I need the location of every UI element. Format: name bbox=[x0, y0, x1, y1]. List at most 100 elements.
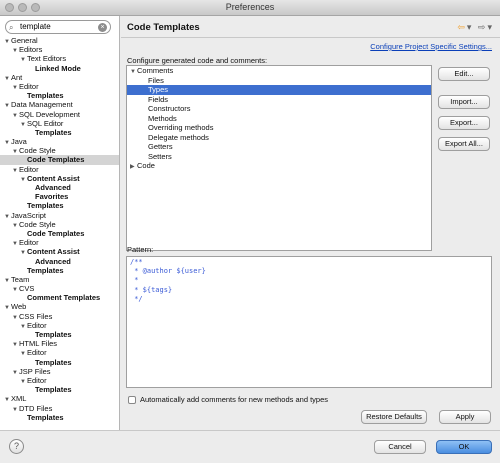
tree-item[interactable]: ▼CVS bbox=[0, 284, 119, 293]
tree-item[interactable]: Templates bbox=[0, 412, 119, 422]
export-all-button[interactable]: Export All... bbox=[438, 137, 490, 151]
tree-item[interactable]: Advanced bbox=[0, 183, 119, 192]
export-button[interactable]: Export... bbox=[438, 116, 490, 130]
template-item-label: Comments bbox=[137, 66, 174, 75]
ok-button[interactable]: OK bbox=[436, 440, 492, 454]
tree-item[interactable]: ▼XML bbox=[0, 394, 119, 403]
tree-item-label: Favorites bbox=[35, 192, 69, 202]
template-item[interactable]: Methods bbox=[127, 114, 431, 124]
pattern-editor[interactable]: /** * @author ${user} * * ${tags} */ bbox=[126, 256, 492, 388]
back-arrow-icon[interactable]: ⇦ bbox=[457, 22, 467, 32]
tree-item-label: HTML Files bbox=[19, 339, 58, 349]
clear-filter-icon[interactable]: × bbox=[98, 23, 107, 32]
pattern-line: /** bbox=[130, 258, 143, 266]
tree-item[interactable]: ▼DTD Files bbox=[0, 404, 119, 413]
tree-item[interactable]: ▼Editors bbox=[0, 45, 119, 54]
tree-item[interactable]: Linked Mode bbox=[0, 64, 119, 73]
tree-item[interactable]: ▼CSS Files bbox=[0, 312, 119, 321]
tree-item[interactable]: ▼General bbox=[0, 36, 119, 45]
tree-item-label: Code Templates bbox=[27, 228, 85, 238]
tree-item[interactable]: Templates bbox=[0, 385, 119, 394]
tree-item[interactable]: Code Templates bbox=[0, 155, 119, 165]
template-item-label: Code bbox=[137, 161, 155, 170]
tree-item[interactable]: ▼Editor bbox=[0, 321, 119, 330]
tree-item[interactable]: ▼Content Assist bbox=[0, 173, 119, 183]
tree-item[interactable]: ▼HTML Files bbox=[0, 339, 119, 349]
template-item[interactable]: Constructors bbox=[127, 104, 431, 114]
template-item-label: Overriding methods bbox=[148, 123, 214, 132]
help-icon[interactable]: ? bbox=[9, 439, 24, 454]
pattern-line: * bbox=[130, 276, 139, 285]
tree-item[interactable]: ▼Editor bbox=[0, 348, 119, 358]
template-item[interactable]: Overriding methods bbox=[127, 123, 431, 133]
tree-item[interactable]: Templates bbox=[0, 91, 119, 100]
restore-defaults-button[interactable]: Restore Defaults bbox=[361, 410, 427, 424]
pattern-label: Pattern: bbox=[127, 245, 154, 254]
filter-input-value: template bbox=[20, 22, 51, 31]
template-item[interactable]: Fields bbox=[127, 95, 431, 105]
tree-item-label: Advanced bbox=[35, 183, 71, 192]
template-item[interactable]: Files bbox=[127, 76, 431, 86]
pattern-line: * ${tags} bbox=[130, 285, 173, 294]
tree-item[interactable]: Templates bbox=[0, 266, 119, 275]
tree-item[interactable]: Advanced bbox=[0, 256, 119, 266]
tree-item[interactable]: ▼Team bbox=[0, 274, 119, 284]
configure-label: Configure generated code and comments: bbox=[127, 56, 268, 65]
edit-button[interactable]: Edit... bbox=[438, 67, 490, 81]
filter-input[interactable]: ⌕ template × bbox=[5, 20, 111, 34]
tree-item[interactable]: ▼JavaScript bbox=[0, 210, 119, 220]
apply-button[interactable]: Apply bbox=[439, 410, 491, 424]
tree-item-label: Code Style bbox=[19, 219, 56, 229]
tree-item[interactable]: ▼JSP Files bbox=[0, 367, 119, 376]
tree-item[interactable]: ▼Text Editors bbox=[0, 54, 119, 63]
tree-item-label: JavaScript bbox=[11, 210, 47, 220]
tree-item[interactable]: ▼Code Style bbox=[0, 146, 119, 155]
content-pane: Code Templates ⇦▾ ⇨▾ Configure Project S… bbox=[121, 16, 500, 430]
template-item[interactable]: ▼Comments bbox=[127, 66, 431, 76]
tree-item[interactable]: ▼Data Management bbox=[0, 100, 119, 110]
tree-item[interactable]: ▼Editor bbox=[0, 376, 119, 385]
tree-item[interactable]: ▼Content Assist bbox=[0, 247, 119, 256]
tree-item-label: Advanced bbox=[35, 256, 71, 266]
disclosure-triangle-icon[interactable]: ▼ bbox=[130, 68, 137, 78]
tree-item-label: General bbox=[11, 36, 38, 45]
templates-tree[interactable]: ▼Comments Files Types Fields Constructors Met… bbox=[126, 65, 432, 251]
tree-item[interactable]: Templates bbox=[0, 128, 119, 137]
tree-item-label: Editor bbox=[27, 348, 47, 358]
tree-item[interactable]: ▼SQL Editor bbox=[0, 119, 119, 128]
menu-dropdown-icon[interactable]: ▾ bbox=[487, 22, 494, 32]
template-item[interactable]: Setters bbox=[127, 152, 431, 162]
template-item-label: Files bbox=[148, 75, 164, 85]
tree-item[interactable]: Favorites bbox=[0, 192, 119, 202]
tree-item-label: Data Management bbox=[11, 100, 73, 110]
tree-item[interactable]: Templates bbox=[0, 330, 119, 339]
tree-item[interactable]: ▼Code Style bbox=[0, 219, 119, 229]
tree-item[interactable]: Templates bbox=[0, 358, 119, 367]
tree-item[interactable]: Code Templates bbox=[0, 228, 119, 238]
preference-tree-pane: ⌕ template × ▼General ▼Editors ▼Text Edito… bbox=[0, 16, 120, 430]
tree-item[interactable]: ▼Java bbox=[0, 137, 119, 146]
project-specific-settings-link[interactable]: Configure Project Specific Settings... bbox=[370, 42, 492, 51]
tree-item-label: Team bbox=[11, 274, 30, 284]
tree-item-label: Content Assist bbox=[27, 173, 80, 183]
tree-item[interactable]: ▼Editor bbox=[0, 165, 119, 174]
tree-item[interactable]: Comment Templates bbox=[0, 293, 119, 302]
template-item[interactable]: Delegate methods bbox=[127, 133, 431, 143]
tree-item[interactable]: ▼SQL Development bbox=[0, 110, 119, 119]
preferences-window: Preferences ⌕ template × ▼General ▼Editor… bbox=[0, 0, 500, 463]
import-button[interactable]: Import... bbox=[438, 95, 490, 109]
tree-item[interactable]: ▼Editor bbox=[0, 82, 119, 91]
tree-item[interactable]: ▼Web bbox=[0, 302, 119, 311]
template-item[interactable]: Getters bbox=[127, 142, 431, 152]
tree-item[interactable]: ▼Editor bbox=[0, 238, 119, 247]
template-item[interactable]: Types bbox=[127, 85, 431, 95]
cancel-button[interactable]: Cancel bbox=[374, 440, 426, 454]
disclosure-triangle-icon[interactable]: ▶ bbox=[130, 163, 137, 173]
tree-item[interactable]: ▼Ant bbox=[0, 73, 119, 82]
template-item[interactable]: ▶ Code bbox=[127, 161, 431, 171]
title-bar: Preferences bbox=[0, 0, 500, 16]
auto-comments-checkbox[interactable] bbox=[128, 395, 136, 404]
back-dropdown-icon[interactable]: ▾ bbox=[467, 22, 474, 32]
tree-item-label: Templates bbox=[27, 412, 64, 422]
tree-item[interactable]: Templates bbox=[0, 201, 119, 210]
